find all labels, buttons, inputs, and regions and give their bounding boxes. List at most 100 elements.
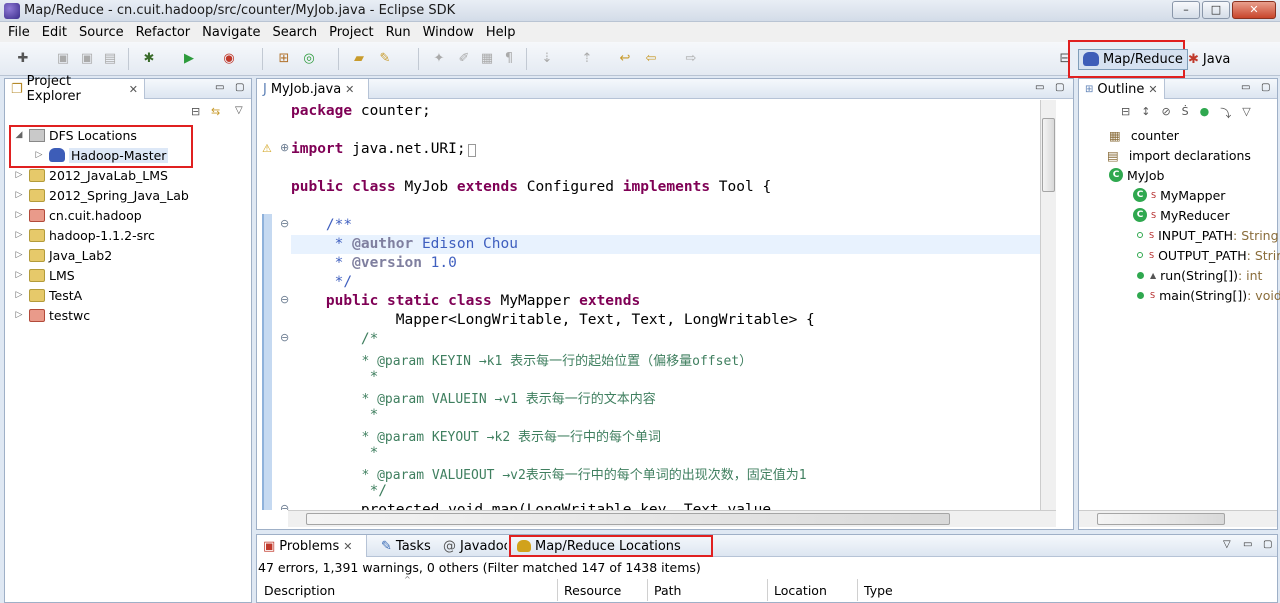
view-menu-icon[interactable]: ▽ (1242, 105, 1250, 121)
view-menu-icon[interactable]: ▽ (235, 105, 243, 116)
print-icon[interactable]: ▤ (101, 50, 119, 68)
forward-icon[interactable]: ⇨ (682, 50, 700, 68)
whitespace-icon[interactable]: ¶ (500, 50, 518, 68)
outline-item-imports[interactable]: ▤ import declarations (1107, 145, 1251, 165)
outline-item-field[interactable]: S OUTPUT_PATH : String (1137, 245, 1280, 265)
tree-item-project[interactable]: ▷ LMS (13, 265, 75, 285)
minimize-button[interactable]: – (1172, 1, 1200, 19)
outline-horizontal-scrollbar[interactable] (1079, 510, 1277, 527)
outline-item-package[interactable]: ▦ counter (1109, 125, 1179, 145)
search-icon[interactable]: ✎ (376, 50, 394, 68)
hide-fields-icon[interactable]: ⊘ (1161, 105, 1170, 121)
column-header-location[interactable]: Location (768, 579, 858, 601)
tree-item-project[interactable]: ▷ 2012_Spring_Java_Lab (13, 185, 189, 205)
tab-mapreduce-locations[interactable]: Map/Reduce Locations (509, 535, 713, 557)
fold-collapse-icon[interactable]: ⊖ (280, 293, 289, 306)
minimize-icon[interactable]: ▭ (1243, 539, 1252, 550)
code-editor[interactable]: ⚠ ⊕ ⊖ ⊖ ⊖ ⊖ package counter; import java… (262, 100, 1040, 510)
tree-item-project[interactable]: ▷ cn.cuit.hadoop (13, 205, 142, 225)
close-icon[interactable]: ✕ (343, 540, 352, 553)
save-icon[interactable]: ▣ (54, 50, 72, 68)
outline-item-class[interactable]: C S MyReducer (1133, 205, 1230, 225)
fold-expand-icon[interactable]: ⊕ (280, 141, 289, 154)
collapse-all-icon[interactable]: ⊟ (1121, 105, 1130, 121)
hide-nonpublic-icon[interactable]: ● (1200, 105, 1210, 121)
new-class-icon[interactable]: ◎ (300, 50, 318, 68)
outline-item-method[interactable]: ▲ run(String[]) : int (1137, 265, 1262, 285)
perspective-java[interactable]: ✱ Java (1186, 40, 1246, 78)
prev-annotation-icon[interactable]: ⇡ (578, 50, 596, 68)
tab-myjob-java[interactable]: J MyJob.java ✕ (257, 79, 369, 99)
scroll-thumb[interactable] (306, 513, 950, 525)
menu-search[interactable]: Search (266, 25, 323, 40)
save-all-icon[interactable]: ▣ (78, 50, 96, 68)
outline-item-method[interactable]: S main(String[]) : void (1137, 285, 1280, 305)
tab-outline[interactable]: ⊞ Outline ✕ (1079, 79, 1165, 99)
menu-help[interactable]: Help (480, 25, 522, 40)
new-icon[interactable]: ✚ (14, 50, 32, 68)
new-package-icon[interactable]: ⊞ (275, 50, 293, 68)
highlight-icon[interactable]: ✐ (455, 50, 473, 68)
view-menu-icon[interactable]: ▽ (1223, 539, 1231, 550)
block-icon[interactable]: ▦ (478, 50, 496, 68)
outline-item-field[interactable]: S INPUT_PATH : String (1137, 225, 1279, 245)
outline-item-class[interactable]: C MyJob (1109, 165, 1164, 185)
menu-navigate[interactable]: Navigate (196, 25, 266, 40)
outline-item-class[interactable]: C S MyMapper (1133, 185, 1225, 205)
maximize-icon[interactable]: ▢ (1261, 82, 1270, 93)
hide-static-icon[interactable]: Ṡ (1182, 105, 1189, 121)
tree-item-project[interactable]: ▷ testwc (13, 305, 91, 325)
maximize-icon[interactable]: ▢ (235, 82, 244, 93)
close-button[interactable]: ✕ (1232, 1, 1276, 19)
tree-item-project[interactable]: ▷ hadoop-1.1.2-src (13, 225, 155, 245)
link-editor-icon[interactable]: ⇆ (211, 105, 220, 118)
fold-collapse-icon[interactable]: ⊖ (280, 331, 289, 344)
tree-item-project[interactable]: ▷ Java_Lab2 (13, 245, 113, 265)
scroll-thumb[interactable] (1097, 513, 1225, 525)
tab-tasks[interactable]: ✎ Tasks (377, 535, 435, 557)
sort-icon[interactable]: ↕ (1141, 105, 1150, 121)
column-header-resource[interactable]: Resource (558, 579, 648, 601)
annotation-icon[interactable]: ✦ (430, 50, 448, 68)
tree-item-project[interactable]: ▷ TestA (13, 285, 83, 305)
minimize-icon[interactable]: ▭ (1241, 82, 1250, 93)
close-icon[interactable]: ✕ (129, 83, 138, 96)
editor-vertical-scrollbar[interactable] (1040, 100, 1056, 510)
tab-problems[interactable]: ▣ Problems ✕ (257, 535, 367, 557)
back-icon[interactable]: ⇦ (642, 50, 660, 68)
open-type-icon[interactable]: ▰ (350, 50, 368, 68)
minimize-icon[interactable]: ▭ (215, 82, 224, 93)
menu-window[interactable]: Window (417, 25, 480, 40)
folded-marker-icon[interactable] (467, 144, 476, 157)
next-annotation-icon[interactable]: ⇣ (538, 50, 556, 68)
external-tools-icon[interactable]: ◉ (220, 50, 238, 68)
run-icon[interactable]: ▶ (180, 50, 198, 68)
maximize-icon[interactable]: ▢ (1055, 82, 1064, 93)
menu-project[interactable]: Project (323, 25, 379, 40)
minimize-icon[interactable]: ▭ (1035, 82, 1044, 93)
menu-file[interactable]: File (2, 25, 36, 40)
last-edit-icon[interactable]: ↩ (616, 50, 634, 68)
editor-horizontal-scrollbar[interactable] (288, 510, 1056, 527)
collapse-all-icon[interactable]: ⊟ (191, 105, 200, 118)
scroll-thumb[interactable] (1042, 118, 1055, 192)
menu-refactor[interactable]: Refactor (130, 25, 197, 40)
tab-project-explorer[interactable]: ❐ Project Explorer ✕ (5, 74, 145, 104)
column-header-description[interactable]: Description ^ (258, 575, 558, 601)
maximize-icon[interactable]: ▢ (1263, 539, 1272, 550)
tab-javadoc[interactable]: @ Javadoc (439, 535, 507, 557)
column-header-path[interactable]: Path (648, 579, 768, 601)
menu-source[interactable]: Source (73, 25, 130, 40)
hide-local-types-icon[interactable]: ⤵ (1220, 105, 1231, 121)
menu-edit[interactable]: Edit (36, 25, 73, 40)
perspective-mapreduce[interactable]: Map/Reduce (1078, 48, 1188, 70)
fold-collapse-icon[interactable]: ⊖ (280, 217, 289, 230)
close-icon[interactable]: ✕ (345, 83, 354, 96)
fold-collapse-icon[interactable]: ⊖ (280, 502, 289, 510)
debug-icon[interactable]: ✱ (140, 50, 158, 68)
maximize-button[interactable]: □ (1202, 1, 1230, 19)
tree-item-project[interactable]: ▷ 2012_JavaLab_LMS (13, 165, 168, 185)
column-header-type[interactable]: Type (858, 579, 1276, 601)
close-icon[interactable]: ✕ (1148, 83, 1157, 96)
menu-run[interactable]: Run (380, 25, 417, 40)
